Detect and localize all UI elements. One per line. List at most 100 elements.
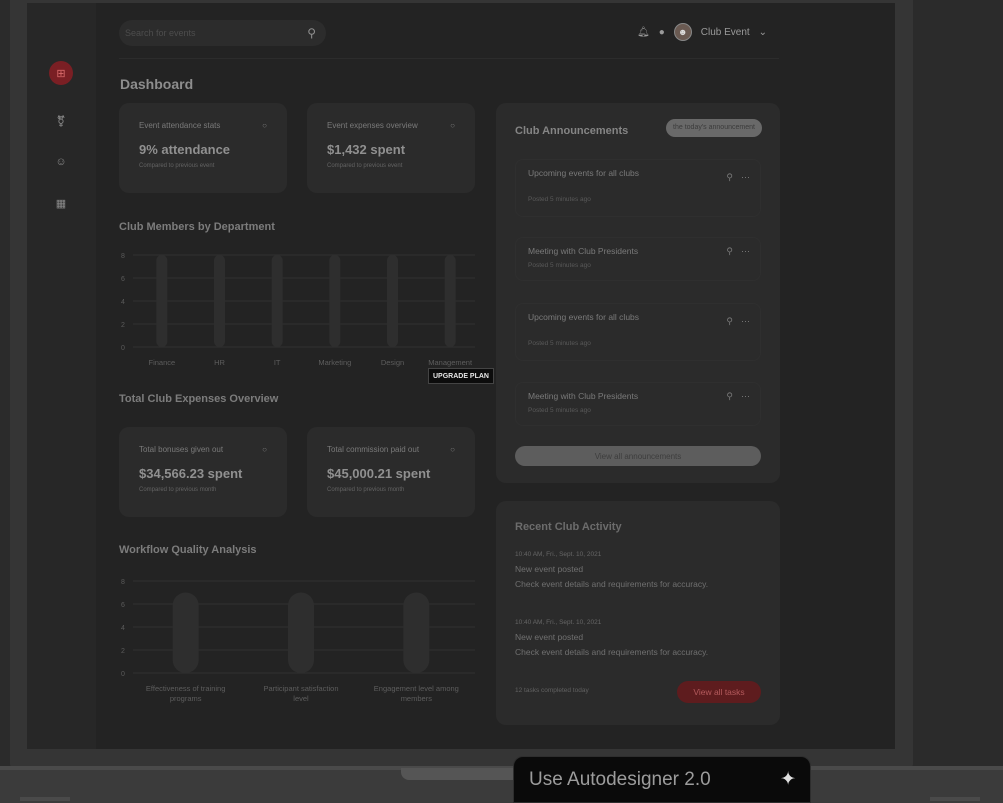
stat-label-row: Event attendance stats ○: [139, 121, 267, 130]
bar: [271, 255, 283, 347]
announcement-title: Meeting with Club Presidents: [528, 391, 639, 401]
menu-toggle-icon[interactable]: ○: [450, 121, 455, 130]
members-chart-title: Club Members by Department: [119, 221, 275, 233]
announcement-title: Meeting with Club Presidents: [528, 246, 639, 256]
recent-activity-panel: Recent Club Activity 10:40 AM, Fri., Sep…: [496, 501, 780, 725]
announcement-item[interactable]: Upcoming events for all clubs ⚲ ⋯ Posted …: [515, 159, 761, 217]
search-input[interactable]: [125, 28, 308, 38]
stat-value: $1,432 spent: [327, 142, 406, 157]
avatar[interactable]: ☻: [673, 23, 692, 41]
x-tick-label: Finance: [148, 358, 175, 367]
sparkle-icon: ✦: [780, 769, 796, 790]
stat-card-expenses: Event expenses overview ○ $1,432 spent Co…: [307, 103, 475, 193]
y-tick-label: 6: [121, 276, 125, 283]
announcement-title: Upcoming events for all clubs: [528, 312, 640, 322]
x-tick-label: programs: [170, 694, 202, 703]
bar: [172, 592, 199, 673]
more-icon[interactable]: ⋯: [741, 246, 750, 257]
x-tick-label: Design: [381, 358, 404, 367]
bar: [288, 592, 314, 673]
activity-entry: 10:40 AM, Fri., Sept. 10, 2021 New event…: [515, 615, 708, 660]
activity-headline: New event posted: [515, 564, 584, 574]
y-tick-label: 8: [121, 579, 125, 586]
members-icon[interactable]: ☺: [49, 150, 73, 174]
more-icon[interactable]: ⋯: [741, 391, 750, 402]
stat-label: Event expenses overview: [327, 121, 418, 130]
announcement-item[interactable]: Meeting with Club Presidents ⚲ ⋯ Posted 5…: [515, 382, 761, 426]
user-area: 🔔︎ ● ☻ Club Event ⌄: [637, 23, 767, 41]
activity-detail: Check event details and requirements for…: [515, 579, 709, 589]
autodesigner-button[interactable]: Use Autodesigner 2.0 ✦: [513, 756, 811, 803]
menu-toggle-icon[interactable]: ○: [262, 121, 267, 130]
sidebar: ⊞ ⚧ ☺ ▦: [27, 3, 96, 749]
pin-icon[interactable]: ⚲: [726, 391, 733, 402]
stat-label: Event attendance stats: [139, 121, 221, 130]
bar: [444, 255, 456, 347]
pin-icon[interactable]: ⚲: [726, 316, 733, 327]
announcement-actions: ⚲ ⋯: [726, 316, 750, 327]
bar: [387, 255, 398, 347]
stat-card-bonuses: Total bonuses given out ○ $34,566.23 spen…: [119, 427, 287, 517]
stat-value: $34,566.23 spent: [139, 466, 243, 481]
autodesigner-label: Use Autodesigner 2.0: [529, 768, 711, 790]
stat-label: Total commission paid out: [327, 445, 420, 454]
menu-toggle-icon[interactable]: ○: [262, 445, 267, 454]
announcement-meta: Posted 5 minutes ago: [528, 407, 591, 414]
activity-title: Recent Club Activity: [515, 521, 622, 533]
y-tick-label: 2: [121, 322, 125, 329]
bell-icon[interactable]: 🔔︎: [637, 27, 650, 38]
x-tick-label: HR: [214, 358, 225, 367]
activity-time: 10:40 AM, Fri., Sept. 10, 2021: [515, 619, 602, 626]
header-divider: [119, 58, 779, 59]
y-tick-label: 8: [121, 253, 125, 260]
chevron-down-icon[interactable]: ⌄: [759, 27, 767, 38]
search-icon[interactable]: ⚲: [307, 26, 316, 40]
workflow-quality-chart: 0 2 4 6 8 Effectiveness of trainingprograms Pa…: [121, 579, 475, 703]
activity-time: 10:40 AM, Fri., Sept. 10, 2021: [515, 551, 602, 558]
announcement-meta: Posted 5 minutes ago: [528, 340, 591, 347]
announcement-filter-button[interactable]: the today's announcement: [666, 119, 762, 137]
view-all-announcements-button[interactable]: View all announcements: [515, 446, 761, 466]
chat-icon[interactable]: ●: [659, 27, 665, 38]
x-tick-label: Marketing: [318, 358, 351, 367]
user-name[interactable]: Club Event: [701, 27, 750, 38]
x-tick-label: members: [401, 694, 433, 703]
bar: [403, 592, 430, 673]
members-by-department-chart: 0 2 4 6 8 Finance HR IT Marketing Design Managemen…: [121, 253, 475, 367]
stat-subtext: Compared to previous event: [327, 163, 403, 169]
expenses-section-title: Total Club Expenses Overview: [119, 393, 279, 405]
laptop-foot-right: [930, 797, 980, 801]
stat-subtext: Compared to previous month: [327, 487, 405, 493]
tasks-completed-text: 12 tasks completed today: [515, 687, 589, 694]
view-all-tasks-button[interactable]: View all tasks: [677, 681, 761, 703]
announcement-meta: Posted 5 minutes ago: [528, 262, 591, 269]
bar: [156, 255, 168, 347]
stat-label-row: Total bonuses given out ○: [139, 445, 267, 454]
organization-icon[interactable]: ⚧: [49, 109, 73, 133]
page-title: Dashboard: [120, 76, 194, 92]
announcements-title: Club Announcements: [515, 125, 629, 137]
pin-icon[interactable]: ⚲: [726, 246, 733, 257]
upgrade-plan-button[interactable]: UPGRADE PLAN: [428, 368, 494, 384]
pin-icon[interactable]: ⚲: [726, 172, 733, 183]
announcement-item[interactable]: Meeting with Club Presidents ⚲ ⋯ Posted 5…: [515, 237, 761, 281]
laptop-foot-left: [20, 797, 70, 801]
x-tick-label: IT: [274, 358, 281, 367]
more-icon[interactable]: ⋯: [741, 316, 750, 327]
y-tick-label: 6: [121, 602, 125, 609]
stat-subtext: Compared to previous month: [139, 487, 217, 493]
stat-card-commission: Total commission paid out ○ $45,000.21 sp…: [307, 427, 475, 517]
announcement-item[interactable]: Upcoming events for all clubs ⚲ ⋯ Posted …: [515, 303, 761, 361]
activity-entry: 10:40 AM, Fri., Sept. 10, 2021 New event…: [515, 547, 708, 592]
dashboard-icon[interactable]: ⊞: [49, 61, 73, 85]
announcement-actions: ⚲ ⋯: [726, 246, 750, 257]
stat-value: $45,000.21 spent: [327, 466, 431, 481]
calendar-icon[interactable]: ▦: [49, 191, 73, 215]
activity-detail: Check event details and requirements for…: [515, 647, 709, 657]
stat-value: 9% attendance: [139, 142, 231, 157]
menu-toggle-icon[interactable]: ○: [450, 445, 455, 454]
announcement-title: Upcoming events for all clubs: [528, 168, 640, 178]
announcements-panel: Club Announcements the today's announcem…: [496, 103, 780, 483]
more-icon[interactable]: ⋯: [741, 172, 750, 183]
x-tick-label: Management: [428, 358, 473, 367]
